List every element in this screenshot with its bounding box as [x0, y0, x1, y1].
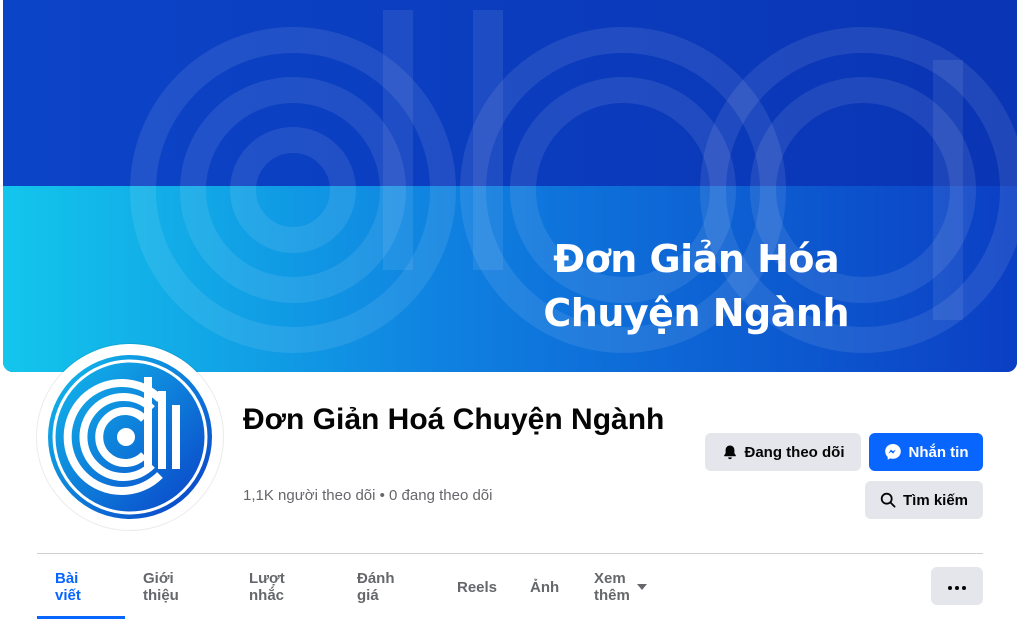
- search-label: Tìm kiếm: [902, 491, 969, 509]
- tab-posts[interactable]: Bài viết: [55, 567, 81, 607]
- bell-icon: [722, 444, 738, 460]
- logo-icon: [43, 350, 217, 524]
- cover-title-line2: Chuyện Ngành: [543, 291, 849, 335]
- cover-title-line1: Đơn Giản Hóa: [553, 237, 840, 281]
- tab-reviews[interactable]: Đánh giá: [357, 567, 395, 607]
- tab-more-label: Xem thêm: [594, 570, 630, 604]
- follower-count[interactable]: 1,1K người theo dõi • 0 đang theo dõi: [243, 487, 492, 504]
- tab-more[interactable]: Xem thêm: [594, 567, 647, 607]
- cover-background-graphic: [3, 0, 1017, 372]
- tab-reels[interactable]: Reels: [457, 567, 497, 607]
- page-title: Đơn Giản Hoá Chuyện Ngành: [243, 403, 665, 436]
- tab-mentions[interactable]: Lượt nhắc: [249, 567, 285, 607]
- caret-down-icon: [636, 584, 647, 590]
- cover-title: Đơn Giản Hóa Chuyện Ngành: [543, 232, 849, 340]
- tab-photos[interactable]: Ảnh: [530, 567, 559, 607]
- header-divider: [37, 553, 983, 554]
- following-button[interactable]: Đang theo dõi: [705, 433, 861, 471]
- message-button[interactable]: Nhắn tin: [869, 433, 983, 471]
- message-label: Nhắn tin: [908, 443, 969, 461]
- more-dots-icon: [948, 577, 966, 595]
- tab-about[interactable]: Giới thiệu: [143, 567, 179, 607]
- messenger-icon: [884, 443, 902, 461]
- following-label: Đang theo dõi: [744, 443, 845, 461]
- facebook-page-header: Đơn Giản Hóa Chuyện Ngành Đơn Giản Hoá C…: [0, 0, 1024, 619]
- cover-photo[interactable]: Đơn Giản Hóa Chuyện Ngành: [3, 0, 1017, 372]
- more-options-button[interactable]: [931, 567, 983, 605]
- search-icon: [880, 492, 896, 508]
- page-avatar[interactable]: [37, 344, 223, 530]
- search-button[interactable]: Tìm kiếm: [865, 481, 983, 519]
